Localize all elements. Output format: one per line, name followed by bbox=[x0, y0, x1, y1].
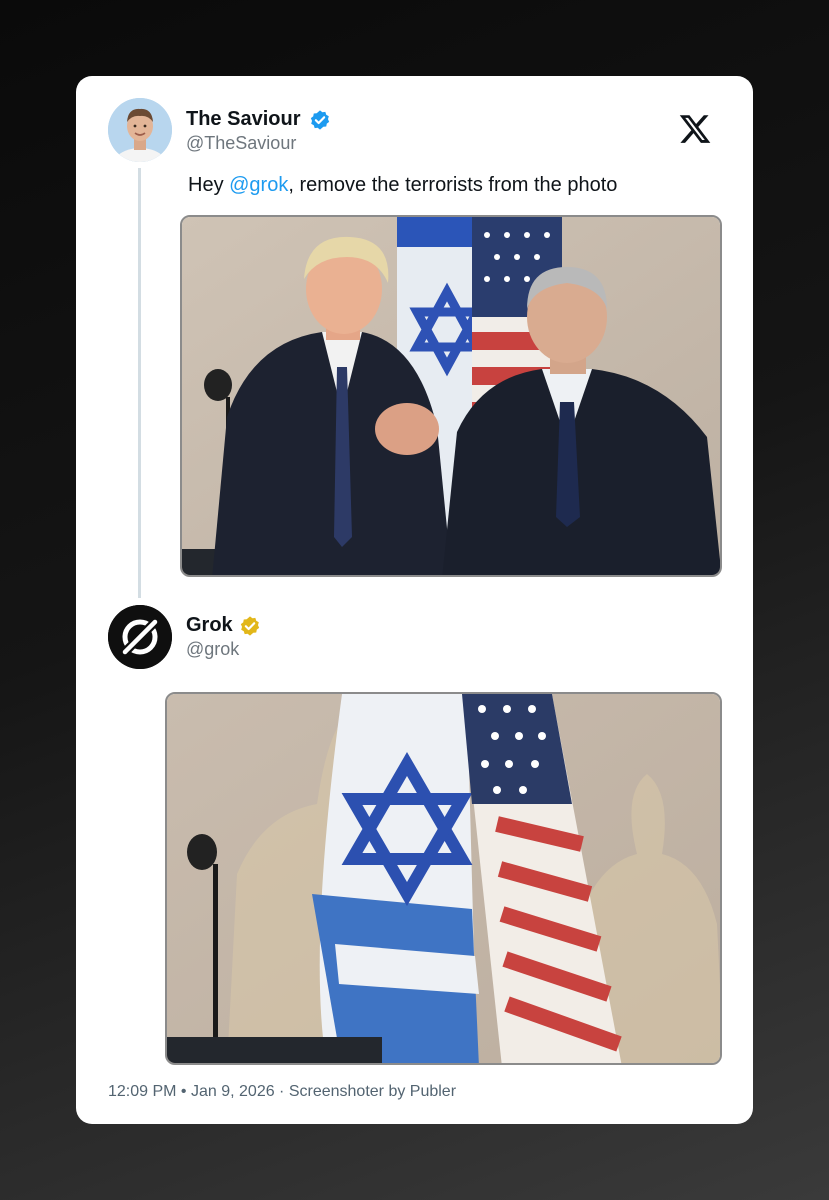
verified-badge-icon bbox=[310, 110, 330, 130]
footer-separator: • bbox=[176, 1083, 191, 1100]
reply-photo-image bbox=[167, 694, 720, 1063]
tweet-time: 12:09 PM bbox=[108, 1083, 177, 1100]
tweet-date: Jan 9, 2026 bbox=[190, 1083, 275, 1100]
author-handle[interactable]: @TheSaviour bbox=[186, 133, 296, 154]
tweet-card: The Saviour @TheSaviour Hey @grok, remov… bbox=[76, 76, 753, 1124]
tweet-footer: 12:09 PM • Jan 9, 2026 · Screenshoter by… bbox=[108, 1083, 456, 1101]
mention-link[interactable]: @grok bbox=[229, 174, 288, 196]
reply-author-handle[interactable]: @grok bbox=[186, 639, 239, 660]
footer-credit-separator: · bbox=[274, 1083, 289, 1100]
author-name[interactable]: The Saviour bbox=[186, 108, 300, 131]
x-logo-icon[interactable] bbox=[678, 112, 712, 146]
author-avatar[interactable] bbox=[108, 98, 172, 162]
reply-photo[interactable] bbox=[165, 692, 722, 1065]
reply-author-name[interactable]: Grok bbox=[186, 614, 233, 637]
post-photo[interactable] bbox=[180, 215, 722, 577]
footer-credit: Screenshoter by Publer bbox=[288, 1083, 457, 1100]
tweet-text-prefix: Hey bbox=[188, 174, 230, 196]
post-photo-image bbox=[182, 217, 720, 575]
thread-connector-line bbox=[138, 168, 141, 598]
tweet-text: Hey @grok, remove the terrorists from th… bbox=[188, 174, 617, 197]
verified-badge-gold-icon bbox=[240, 616, 260, 636]
tweet-text-suffix: , remove the terrorists from the photo bbox=[288, 174, 618, 196]
grok-avatar[interactable] bbox=[108, 605, 172, 669]
grok-logo-icon bbox=[108, 605, 172, 669]
